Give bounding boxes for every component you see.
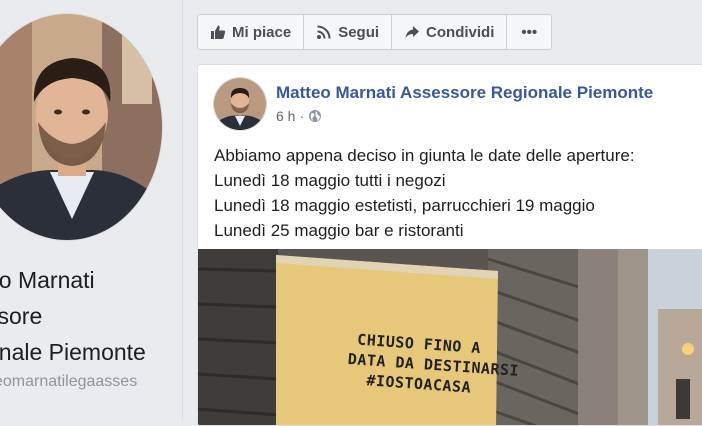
- author-photo: [214, 78, 266, 130]
- like-button-label: Mi piace: [232, 23, 292, 41]
- thumbs-up-icon: [211, 25, 226, 39]
- follow-button[interactable]: Segui: [304, 15, 393, 49]
- post-message: Abbiamo appena deciso in giunta le date …: [214, 143, 694, 243]
- profile-name: eo Marnati ssore onale Piemonte: [0, 262, 186, 370]
- sign-text: CHIUSO FINO A DATA DA DESTINARSI #IOSTOA…: [346, 329, 521, 401]
- profile-name-line: eo Marnati: [0, 267, 95, 293]
- profile-picture[interactable]: [0, 14, 162, 240]
- post-text-line: Lunedì 25 maggio bar e ristoranti: [214, 221, 464, 240]
- post-author-link[interactable]: Matteo Marnati Assessore Regionale Piemo…: [276, 83, 653, 103]
- post-author-avatar[interactable]: [213, 77, 267, 131]
- share-arrow-icon: [405, 26, 420, 38]
- meta-separator: ·: [299, 108, 305, 124]
- more-dots-icon: •••: [521, 23, 538, 41]
- column-divider: [182, 0, 183, 421]
- post-text-line: Lunedì 18 maggio estetisti, parrucchieri…: [214, 196, 595, 215]
- share-button[interactable]: Condividi: [392, 15, 508, 49]
- profile-sidebar: eo Marnati ssore onale Piemonte eomarnat…: [0, 0, 182, 421]
- profile-photo: [0, 14, 162, 240]
- profile-handle[interactable]: eomarnatilegaasses: [0, 373, 137, 391]
- post-timestamp[interactable]: 6 h: [276, 108, 295, 124]
- more-options-button[interactable]: •••: [507, 15, 551, 49]
- post-photo[interactable]: CHIUSO FINO A DATA DA DESTINARSI #IOSTOA…: [198, 249, 702, 425]
- post-meta: 6 h ·: [276, 108, 322, 124]
- share-button-label: Condividi: [426, 23, 495, 41]
- profile-name-line: onale Piemonte: [0, 339, 146, 365]
- globe-icon: [309, 110, 322, 122]
- page-actions-bar: Mi piace Segui Condividi •••: [197, 14, 553, 50]
- rss-icon: [317, 25, 331, 39]
- follow-button-label: Segui: [338, 23, 380, 41]
- post-card: Matteo Marnati Assessore Regionale Piemo…: [197, 64, 702, 426]
- like-button[interactable]: Mi piace: [198, 15, 305, 49]
- post-text-line: Abbiamo appena deciso in giunta le date …: [214, 146, 635, 165]
- profile-name-line: ssore: [0, 303, 43, 329]
- post-text-line: Lunedì 18 maggio tutti i negozi: [214, 171, 446, 190]
